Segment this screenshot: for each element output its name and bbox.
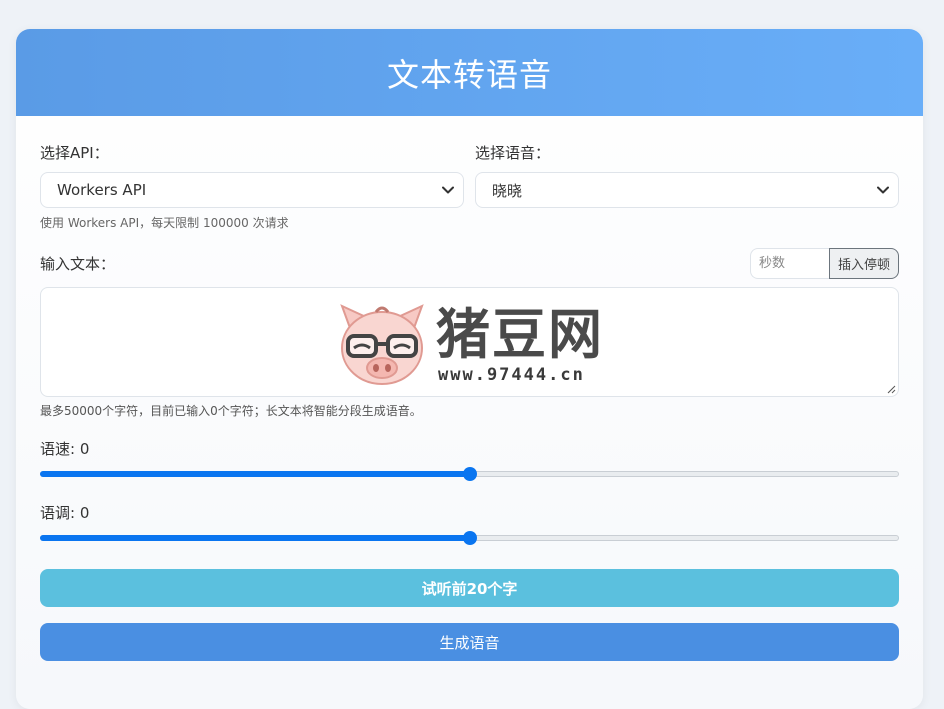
api-hint: 使用 Workers API，每天限制 100000 次请求 <box>40 216 289 230</box>
pitch-slider[interactable] <box>40 531 899 545</box>
slider-thumb[interactable] <box>462 467 477 481</box>
preview-button[interactable]: 试听前20个字 <box>40 569 899 607</box>
generate-button[interactable]: 生成语音 <box>40 623 899 661</box>
voice-label: 选择语音： <box>475 144 551 162</box>
pig-logo-icon <box>340 304 424 385</box>
text-input-header: 输入文本： 插入停顿 <box>40 248 899 279</box>
pitch-label: 语调: 0 <box>40 504 90 522</box>
page-title: 文本转语音 <box>16 29 923 116</box>
api-select-value: Workers API <box>57 181 147 199</box>
api-column: 选择API： Workers API 使用 Workers API，每天限制 1… <box>40 143 464 231</box>
char-count-hint: 最多50000个字符，目前已输入0个字符；长文本将智能分段生成语音。 <box>40 404 422 418</box>
form-body: 选择API： Workers API 使用 Workers API，每天限制 1… <box>16 143 923 661</box>
api-select[interactable]: Workers API <box>40 172 464 208</box>
speed-control: 语速: 0 <box>40 439 899 481</box>
speed-label: 语速: 0 <box>40 440 90 458</box>
watermark: 猪豆网 www.97444.cn <box>336 300 626 390</box>
voice-select-value: 晓晓 <box>492 181 523 200</box>
selector-row: 选择API： Workers API 使用 Workers API，每天限制 1… <box>40 143 899 231</box>
pitch-control: 语调: 0 <box>40 503 899 545</box>
insert-pause-button[interactable]: 插入停顿 <box>828 248 899 279</box>
watermark-text: 猪豆网 www.97444.cn <box>436 303 604 386</box>
resize-grip-icon[interactable] <box>886 384 896 394</box>
chevron-down-icon <box>441 183 455 197</box>
pause-group: 插入停顿 <box>749 248 899 279</box>
watermark-url: www.97444.cn <box>438 365 585 385</box>
text-input-label: 输入文本： <box>40 254 116 273</box>
slider-fill <box>40 535 470 541</box>
api-label: 选择API： <box>40 144 109 162</box>
tts-card: 文本转语音 选择API： Workers API 使用 Workers API，… <box>16 29 923 709</box>
voice-column: 选择语音： 晓晓 <box>475 143 899 231</box>
voice-select[interactable]: 晓晓 <box>475 172 899 208</box>
speed-slider[interactable] <box>40 467 899 481</box>
seconds-input[interactable] <box>749 248 829 279</box>
text-input-area[interactable]: 猪豆网 www.97444.cn <box>40 287 899 397</box>
slider-thumb[interactable] <box>462 531 477 545</box>
watermark-title: 猪豆网 <box>436 303 604 366</box>
chevron-down-icon <box>876 183 890 197</box>
slider-fill <box>40 471 470 477</box>
